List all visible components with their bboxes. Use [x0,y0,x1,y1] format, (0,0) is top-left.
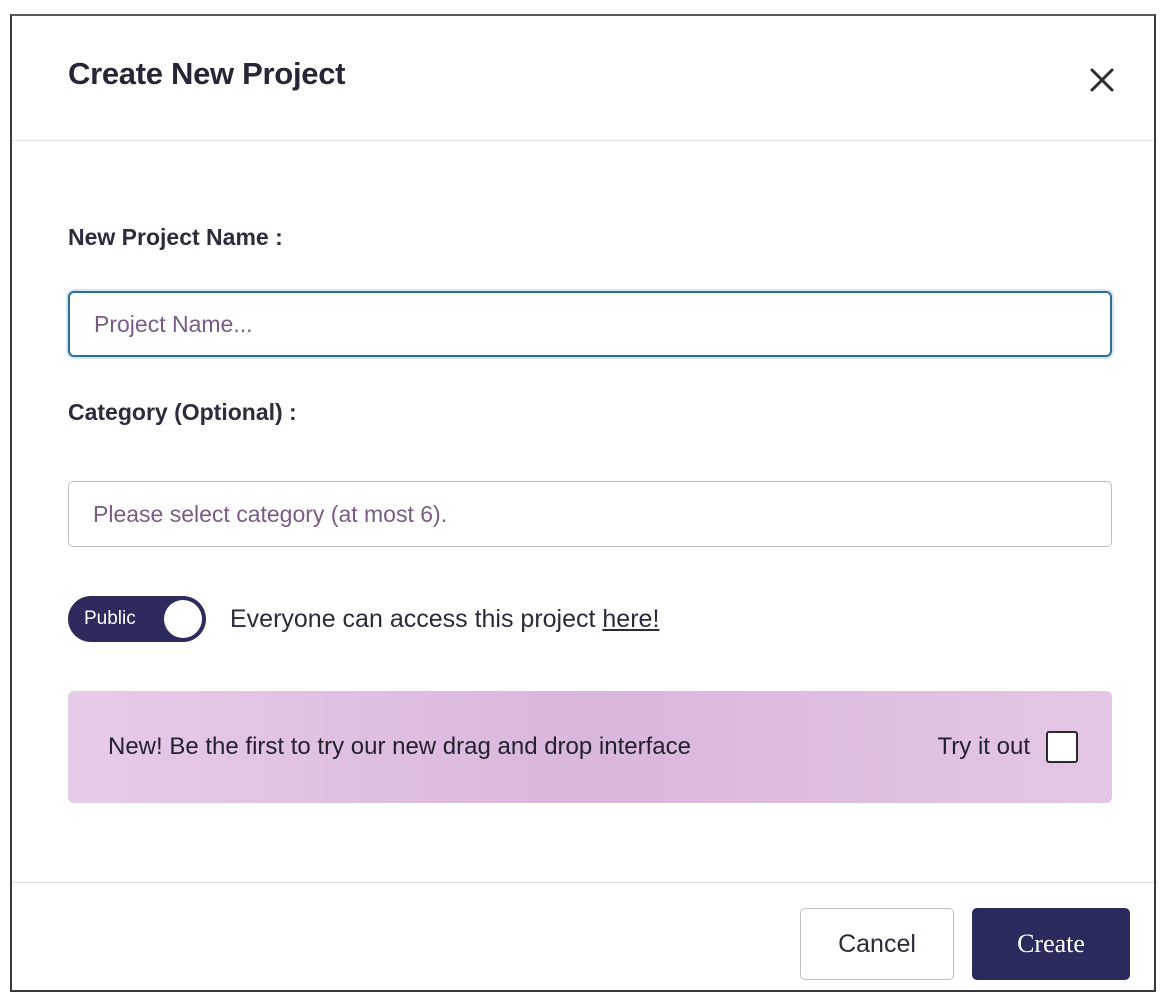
promo-banner: New! Be the first to try our new drag an… [68,691,1112,803]
cancel-button[interactable]: Cancel [800,908,954,980]
visibility-row: Public Everyone can access this project … [68,596,659,642]
visibility-description-text: Everyone can access this project [230,604,603,633]
toggle-knob [164,600,202,638]
promo-message: New! Be the first to try our new drag an… [108,733,691,760]
category-label: Category (Optional) : [68,399,297,425]
public-toggle-label: Public [84,608,136,629]
project-name-input[interactable] [68,291,1112,357]
dialog-header: Create New Project [12,16,1154,141]
footer-divider [12,882,1154,883]
try-it-out-option[interactable]: Try it out [938,691,1078,803]
project-name-label: New Project Name : [68,224,283,250]
create-project-dialog: Create New Project New Project Name : Ca… [10,14,1156,992]
category-select[interactable]: Please select category (at most 6). [68,481,1112,547]
visibility-description: Everyone can access this project here! [230,605,659,634]
here-link[interactable]: here! [602,605,659,633]
public-toggle[interactable]: Public [68,596,206,642]
category-placeholder: Please select category (at most 6). [93,500,448,527]
close-button[interactable] [1084,62,1120,98]
try-it-out-label: Try it out [937,733,1030,760]
dialog-title: Create New Project [68,56,346,91]
close-icon [1090,68,1114,92]
create-button[interactable]: Create [972,908,1130,980]
try-it-out-checkbox[interactable] [1046,731,1078,763]
